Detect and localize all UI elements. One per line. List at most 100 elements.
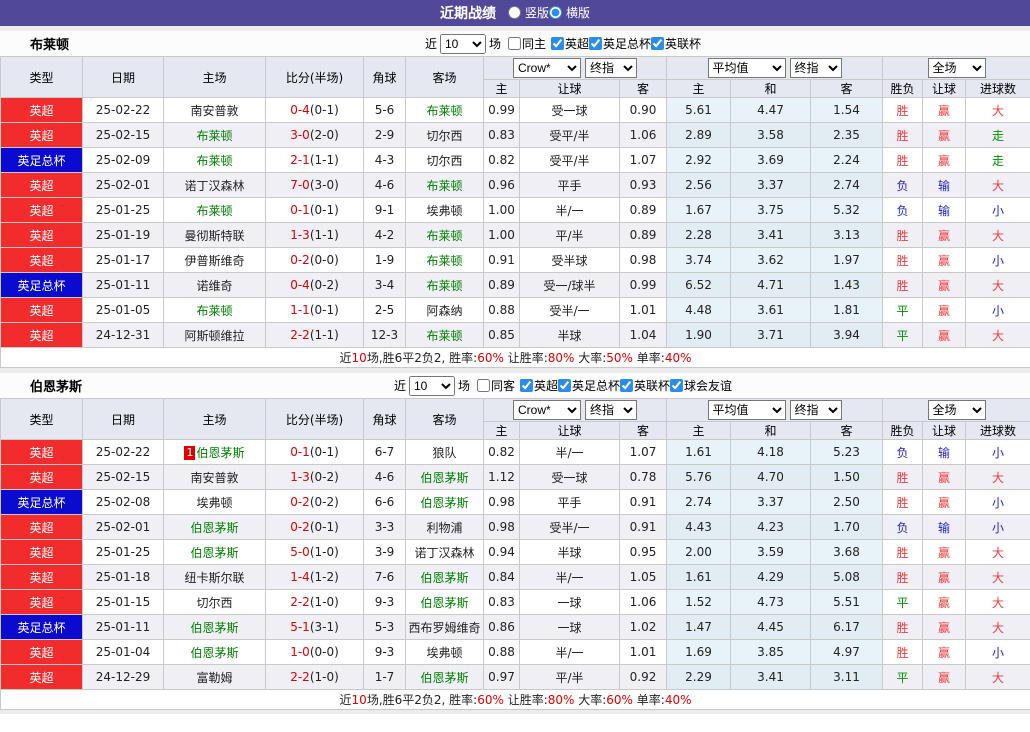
header-select-1-0[interactable]: 平均值 — [707, 400, 786, 420]
recent-count-select[interactable]: 10 — [439, 33, 486, 54]
score: 0-2(0-1) — [265, 514, 364, 540]
league-checkbox-input[interactable] — [670, 379, 684, 392]
header-group-0: Crow* 终指 — [483, 398, 667, 422]
same-venue-checkbox-input[interactable] — [507, 37, 521, 50]
corner-count: 4-3 — [363, 147, 406, 173]
odds-home: 0.89 — [483, 272, 520, 298]
odds-away: 0.98 — [619, 247, 667, 273]
corner-count: 4-6 — [363, 172, 406, 198]
match-date: 25-02-22 — [82, 97, 164, 123]
team-name: 布莱顿 — [30, 38, 70, 53]
games-label: 场 — [488, 37, 501, 51]
score: 0-1(0-1) — [265, 439, 364, 465]
odds-home: 0.96 — [483, 172, 520, 198]
result-goals: 大 — [965, 172, 1030, 198]
result-outcome: 平 — [882, 664, 924, 690]
match-row: 英足总杯 25-02-08 埃弗顿 0-2(0-2) 6-6 伯恩茅斯 0.98 平手 0.91… — [0, 489, 1030, 515]
home-team: 伊普斯维奇 — [163, 247, 266, 273]
header-select-2-0[interactable]: 全场 — [927, 58, 986, 78]
away-team-name: 阿森纳 — [426, 303, 463, 318]
same-venue-checkbox-input[interactable] — [476, 379, 490, 392]
corner-count: 5-6 — [363, 97, 406, 123]
result-goals: 小 — [965, 489, 1030, 515]
subcol-header: 胜负 — [882, 421, 924, 440]
odds-home: 0.82 — [483, 147, 520, 173]
layout-radio-input[interactable] — [507, 5, 521, 19]
league-checkbox-input[interactable] — [551, 37, 564, 50]
handicap: 受半球 — [519, 247, 620, 273]
recent-count-select[interactable]: 10 — [408, 375, 455, 396]
full-time-score: 7-0 — [290, 178, 310, 192]
league-checkbox-0[interactable]: 英超 — [551, 35, 589, 52]
league-checkbox-2[interactable]: 英联杯 — [651, 35, 701, 52]
competition-badge: 英超 — [0, 439, 83, 465]
corner-count: 9-3 — [363, 639, 406, 665]
odds-home: 0.83 — [483, 589, 520, 615]
match-row: 英足总杯 25-01-11 伯恩茅斯 5-1(3-1) 5-3 西布罗姆维奇 0.86 一球 1… — [0, 614, 1030, 640]
col-header-5: 客场 — [405, 398, 484, 440]
summary-part: 单率: — [632, 351, 665, 365]
handicap: 半/一 — [519, 639, 620, 665]
header-select-0-1[interactable]: 终指 — [585, 58, 637, 78]
odds-home: 0.84 — [483, 564, 520, 590]
full-time-score: 0-4 — [290, 103, 310, 117]
table-body: 英超 25-02-22 南安普敦 0-4(0-1) 5-6 布莱顿 0.99 受一球 0.90 5… — [0, 97, 1030, 348]
header-select-0-0[interactable]: Crow* — [513, 400, 581, 420]
league-checkbox-0[interactable]: 英超 — [519, 377, 558, 394]
same-venue-checkbox[interactable]: 同主 — [507, 35, 546, 52]
avg-draw: 4.70 — [730, 464, 811, 490]
result-handicap: 赢 — [922, 297, 967, 323]
score: 2-2(1-0) — [265, 664, 364, 690]
avg-draw: 3.62 — [730, 247, 811, 273]
league-checkbox-input[interactable] — [519, 379, 533, 392]
competition-badge: 英超 — [0, 297, 83, 323]
result-goals: 小 — [965, 439, 1030, 465]
odds-home: 0.98 — [483, 514, 520, 540]
match-row: 英超 25-02-15 布莱顿 3-0(2-0) 2-9 切尔西 0.83 受平/半 1.06 2… — [0, 122, 1030, 148]
away-team: 埃弗顿 — [405, 197, 484, 223]
match-date: 25-02-09 — [82, 147, 164, 173]
subcol-header: 客 — [619, 79, 667, 98]
league-checkbox-2[interactable]: 英联杯 — [620, 377, 670, 394]
result-outcome: 平 — [882, 322, 924, 348]
header-select-0-0[interactable]: Crow* — [513, 58, 581, 78]
league-checkbox-1[interactable]: 英足总杯 — [558, 377, 620, 394]
league-checkbox-input[interactable] — [558, 379, 572, 392]
handicap: 受一球 — [519, 97, 620, 123]
result-outcome: 负 — [882, 514, 924, 540]
half-time-score: (3-1) — [309, 620, 339, 634]
layout-radio-input[interactable] — [549, 5, 562, 19]
avg-draw: 4.23 — [730, 514, 811, 540]
header-select-1-0[interactable]: 平均值 — [707, 58, 786, 78]
league-checkbox-input[interactable] — [620, 379, 634, 392]
odds-home: 0.97 — [483, 664, 520, 690]
avg-home: 2.74 — [666, 489, 731, 515]
layout-radio-horizontal[interactable]: 横版 — [549, 4, 590, 21]
away-team: 西布罗姆维奇 — [405, 614, 484, 640]
same-venue-checkbox[interactable]: 同客 — [476, 377, 515, 394]
match-date: 25-01-05 — [82, 297, 164, 323]
match-date: 25-01-11 — [82, 614, 164, 640]
header-select-2-0[interactable]: 全场 — [927, 400, 986, 420]
league-checkbox-3[interactable]: 球会友谊 — [670, 377, 732, 394]
full-time-score: 0-2 — [290, 495, 310, 509]
layout-radio-vertical[interactable]: 竖版 — [507, 4, 549, 21]
match-date: 24-12-29 — [82, 664, 164, 690]
header-select-1-1[interactable]: 终指 — [789, 58, 842, 78]
result-handicap: 赢 — [922, 222, 967, 248]
match-date: 25-01-04 — [82, 639, 164, 665]
header-select-0-1[interactable]: 终指 — [585, 400, 637, 420]
league-checkbox-input[interactable] — [589, 37, 603, 50]
home-team-name: 布莱顿 — [196, 203, 233, 218]
away-team: 伯恩茅斯 — [405, 664, 484, 690]
subcol-header: 客 — [809, 79, 884, 98]
avg-away: 3.68 — [809, 539, 884, 565]
league-checkbox-input[interactable] — [651, 37, 665, 50]
recent-label: 近 — [424, 37, 437, 51]
league-checkbox-1[interactable]: 英足总杯 — [589, 35, 651, 52]
away-team: 布莱顿 — [405, 97, 484, 123]
header-select-1-1[interactable]: 终指 — [789, 400, 842, 420]
home-team: 诺丁汉森林 — [163, 172, 266, 198]
score: 5-0(1-0) — [265, 539, 364, 565]
away-team-name: 利物浦 — [426, 520, 463, 535]
